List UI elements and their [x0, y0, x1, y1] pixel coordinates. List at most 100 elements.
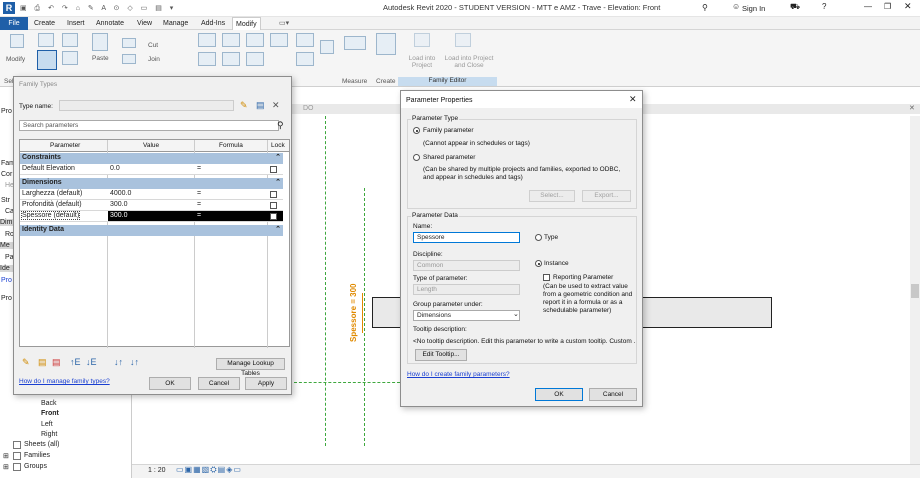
move-up-icon[interactable]: ↑E [70, 357, 81, 367]
type-name-select[interactable] [59, 100, 234, 111]
family-category-icon[interactable] [62, 33, 78, 47]
delete-parameter-icon[interactable]: ▤ [52, 357, 61, 368]
tab-add-ins[interactable]: Add-Ins [198, 17, 228, 30]
revit-logo-icon[interactable]: R [3, 2, 15, 14]
tree-item-families[interactable]: Families [24, 452, 50, 459]
rotate-icon[interactable] [246, 52, 264, 66]
tab-manage[interactable]: Manage [160, 17, 191, 30]
copy-icon[interactable] [222, 52, 240, 66]
close-icon[interactable]: ✕ [904, 1, 912, 12]
tree-item-groups[interactable]: Groups [24, 463, 47, 470]
discipline-select[interactable]: Common [413, 260, 520, 271]
cancel-button[interactable]: Cancel [198, 377, 240, 390]
reference-plane-horizontal[interactable] [294, 382, 400, 383]
param-formula[interactable]: = [197, 165, 201, 172]
chevron-down-icon[interactable]: ⌄ [513, 310, 519, 318]
sign-in-link[interactable]: Sign In [742, 4, 765, 13]
properties-icon[interactable] [37, 50, 57, 70]
tree-item-front[interactable]: Front [41, 410, 59, 417]
help-icon[interactable]: ? [822, 2, 826, 11]
measure-icon[interactable] [344, 36, 366, 50]
search-binoculars-icon[interactable]: ⚲ [702, 3, 708, 12]
spessore-dimension-label[interactable]: Spessore = 300 [349, 284, 358, 342]
param-value[interactable]: 0.0 [110, 165, 120, 172]
lock-checkbox[interactable] [270, 166, 277, 173]
move-down-icon[interactable]: ↓E [86, 357, 97, 367]
group-row-identity-data[interactable]: Identity Data ⌃ [20, 225, 283, 236]
reference-plane-vertical-right[interactable] [364, 188, 365, 446]
view-tab-label[interactable]: DO [303, 105, 314, 112]
new-type-icon[interactable]: ✎ [240, 100, 250, 110]
edit-parameter-icon[interactable]: ✎ [22, 357, 30, 368]
type-radio[interactable] [535, 234, 542, 241]
reporting-parameter-checkbox[interactable] [543, 274, 550, 281]
column-header-formula[interactable]: Formula [219, 142, 243, 149]
lock-checkbox[interactable] [270, 213, 277, 220]
array-icon[interactable] [296, 52, 314, 66]
groups-expand-icon[interactable]: ⊞ [3, 463, 9, 471]
param-value[interactable]: 4000.0 [110, 190, 131, 197]
type-radio-label[interactable]: Type [544, 234, 558, 241]
search-icon[interactable]: ⚲ [277, 120, 284, 131]
tab-annotate[interactable]: Annotate [93, 17, 127, 30]
type-properties-icon[interactable] [38, 33, 54, 47]
clipboard-icon[interactable] [122, 54, 136, 64]
column-header-lock[interactable]: Lock [271, 142, 285, 149]
param-value[interactable]: 300.0 [110, 212, 128, 219]
instance-radio-label[interactable]: Instance [544, 260, 569, 267]
load-into-project-icon[interactable] [414, 33, 430, 47]
reference-plane-vertical-left[interactable] [325, 116, 326, 446]
tree-item-left[interactable]: Left [41, 421, 53, 428]
split-icon[interactable] [296, 33, 314, 47]
type-of-parameter-select[interactable]: Length [413, 284, 520, 295]
tab-overflow-icon[interactable]: ▭▾ [276, 17, 292, 30]
tree-item-right[interactable]: Right [41, 431, 57, 438]
view-control-icons[interactable]: ▭▣▦▧⛭▤◈▭ [176, 465, 242, 475]
group-row-constraints[interactable]: Constraints ⌃ [20, 153, 283, 164]
align-icon[interactable] [198, 33, 216, 47]
create-icon[interactable] [376, 33, 396, 55]
select-button[interactable]: Select... [529, 190, 575, 202]
load-into-project-button[interactable]: Load into Project [402, 55, 442, 69]
tree-item-back[interactable]: Back [41, 400, 57, 407]
edit-tooltip-button[interactable]: Edit Tooltip... [415, 349, 467, 361]
cancel-button[interactable]: Cancel [589, 388, 637, 401]
instance-radio[interactable] [535, 260, 542, 267]
load-into-project-close-icon[interactable] [455, 33, 471, 47]
column-header-parameter[interactable]: Parameter [50, 142, 80, 149]
new-parameter-icon[interactable]: ▤ [38, 357, 47, 368]
param-formula[interactable]: = [197, 212, 201, 219]
collapse-icon[interactable]: ⌃ [275, 178, 281, 186]
help-link-family-types[interactable]: How do I manage family types? [19, 378, 110, 385]
param-formula[interactable]: = [197, 190, 201, 197]
apply-button[interactable]: Apply [245, 377, 287, 390]
modify-tool-icon[interactable] [10, 34, 24, 48]
close-icon[interactable]: ✕ [629, 94, 637, 105]
tab-file[interactable]: File [0, 17, 28, 30]
help-link-parameters[interactable]: How do I create family parameters? [407, 371, 510, 378]
move-icon[interactable] [198, 52, 216, 66]
join-button[interactable]: Join [148, 56, 160, 63]
collapse-icon[interactable]: ⌃ [275, 153, 281, 161]
manage-lookup-tables-button[interactable]: Manage Lookup Tables [216, 358, 285, 377]
name-input[interactable]: Spessore [413, 232, 520, 243]
load-into-project-close-button[interactable]: Load into Project and Close [443, 55, 495, 69]
user-icon[interactable]: ☺ [732, 2, 740, 11]
families-expand-icon[interactable]: ⊞ [3, 452, 9, 460]
table-row[interactable]: Profondità (default) 300.0 = [20, 200, 283, 211]
rename-type-icon[interactable]: ▤ [256, 100, 266, 110]
lock-checkbox[interactable] [270, 191, 277, 198]
tree-item-sheets[interactable]: Sheets (all) [24, 441, 59, 448]
shared-parameter-radio[interactable] [413, 154, 420, 161]
tab-insert[interactable]: Insert [64, 17, 88, 30]
ok-button[interactable]: OK [535, 388, 583, 401]
trim-icon[interactable] [270, 33, 288, 47]
cope-icon[interactable] [122, 38, 136, 48]
scale-label[interactable]: 1 : 20 [148, 467, 166, 474]
cart-icon[interactable]: ⛟ [790, 2, 800, 12]
reporting-parameter-label[interactable]: Reporting Parameter [553, 274, 613, 281]
cut-button[interactable]: Cut [148, 42, 158, 49]
family-parameter-label[interactable]: Family parameter [423, 127, 474, 134]
param-value[interactable]: 300.0 [110, 201, 128, 208]
offset-icon[interactable] [222, 33, 240, 47]
